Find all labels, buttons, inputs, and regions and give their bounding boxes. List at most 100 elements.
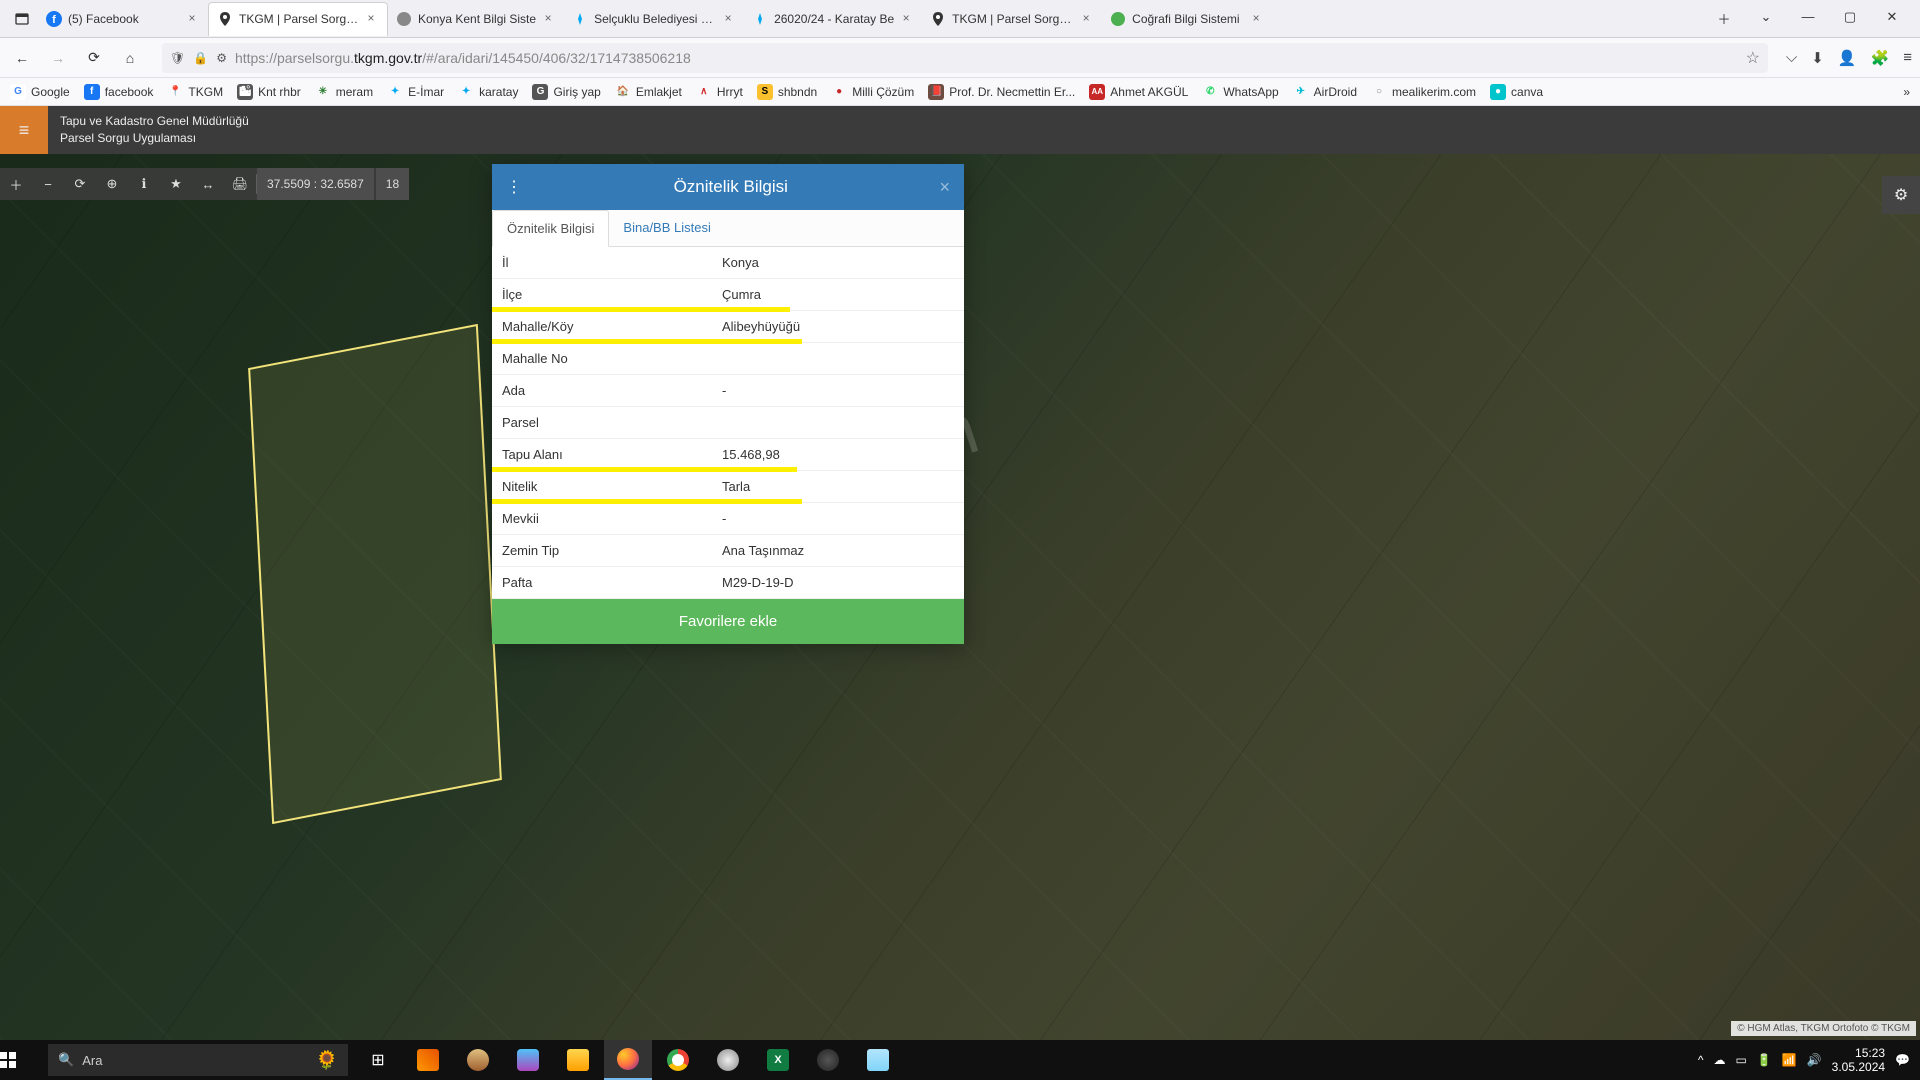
taskbar-app-chrome[interactable] [654,1040,702,1080]
bookmark-mealikerim[interactable]: ○mealikerim.com [1371,84,1476,100]
bookmark-girisyap[interactable]: GGiriş yap [532,84,600,100]
taskbar-app-3[interactable] [504,1040,552,1080]
notifications-icon[interactable]: 💬 [1895,1053,1910,1067]
tab-tkgm-active[interactable]: TKGM | Parsel Sorgu U × [208,2,388,36]
account-icon[interactable]: 👤 [1838,49,1857,67]
back-button[interactable]: ← [8,44,36,72]
extensions-icon[interactable]: 🧩 [1871,49,1890,67]
taskbar-app-paint[interactable] [454,1040,502,1080]
tab-selcuklu[interactable]: Selçuklu Belediyesi - E × [564,2,744,36]
zoom-out-button[interactable]: − [32,177,64,192]
taskbar-search[interactable]: 🔍 Ara 🌻 [48,1044,348,1076]
window-close-button[interactable]: ✕ [1878,9,1906,28]
new-tab-button[interactable]: ＋ [1710,9,1738,28]
tab-oznitelik[interactable]: Öznitelik Bilgisi [492,210,609,247]
bookmark-necmettin[interactable]: 📕Prof. Dr. Necmettin Er... [928,84,1075,100]
attribute-table: İlKonya İlçeÇumra Mahalle/KöyAlibeyhüyüğ… [492,247,964,599]
bookmark-star-icon[interactable]: ☆ [1746,48,1760,68]
bookmark-eimar[interactable]: ✦E-İmar [387,84,444,100]
bookmark-emlakjet[interactable]: 🏠Emlakjet [615,84,682,100]
close-icon[interactable]: × [184,11,200,27]
bookmark-shbndn[interactable]: Sshbndn [757,84,817,100]
bookmark-hrryt[interactable]: ∧Hrryt [696,84,743,100]
home-button[interactable]: ⌂ [116,44,144,72]
close-icon[interactable]: × [1078,11,1094,27]
taskview-button[interactable]: ⊞ [354,1040,402,1080]
bookmark-meram[interactable]: ✳meram [315,84,373,100]
browser-tab-strip: f (5) Facebook × TKGM | Parsel Sorgu U ×… [0,0,1920,38]
bookmark-ahmetakgul[interactable]: AAAhmet AKGÜL [1089,84,1188,100]
window-maximize-button[interactable]: ▢ [1836,9,1864,28]
tab-bina[interactable]: Bina/BB Listesi [609,210,724,246]
measure-button[interactable]: ↔ [192,177,224,192]
refresh-map-button[interactable]: ⟳ [64,176,96,192]
tray-wifi-icon[interactable]: 📶 [1782,1053,1797,1067]
site-icon [752,11,768,27]
tab-facebook[interactable]: f (5) Facebook × [38,2,208,36]
bookmark-google[interactable]: GGoogle [10,84,70,100]
taskbar-apps: ⊞ X [354,1040,902,1080]
close-icon[interactable]: × [720,11,736,27]
taskbar-app-9[interactable] [854,1040,902,1080]
taskbar-app-explorer[interactable] [554,1040,602,1080]
forward-button[interactable]: → [44,44,72,72]
tray-volume-icon[interactable]: 🔊 [1807,1053,1822,1067]
print-button[interactable]: 🖨 [224,176,256,192]
tab-cografi[interactable]: Coğrafi Bilgi Sistemi × [1102,2,1272,36]
downloads-icon[interactable]: ⬇ [1811,49,1824,67]
bookmark-canva[interactable]: ●canva [1490,84,1543,100]
bookmark-airdroid[interactable]: ✈AirDroid [1293,84,1357,100]
app-menu-button[interactable]: ≡ [1903,49,1912,67]
site-icon [1110,11,1126,27]
close-icon[interactable]: × [1248,11,1264,27]
taskbar-app-8[interactable] [804,1040,852,1080]
recent-tabs-button[interactable] [6,5,38,33]
tab-title: (5) Facebook [68,12,180,26]
tab-title: Selçuklu Belediyesi - E [594,12,716,26]
tray-overflow-icon[interactable]: ^ [1698,1053,1704,1067]
close-icon[interactable]: × [363,11,379,27]
bookmark-facebook[interactable]: ffacebook [84,84,154,100]
taskbar-app-6[interactable] [704,1040,752,1080]
bookmark-tkgm[interactable]: 📍TKGM [167,84,223,100]
taskbar-app-excel[interactable]: X [754,1040,802,1080]
tab-title: 26020/24 - Karatay Be [774,12,894,26]
tab-karatay[interactable]: 26020/24 - Karatay Be × [744,2,922,36]
window-minimize-button[interactable]: — [1794,9,1822,28]
bookmark-whatsapp[interactable]: ✆WhatsApp [1202,84,1278,100]
start-button[interactable] [0,1052,48,1068]
search-icon: 🔍 [58,1052,74,1068]
taskbar-clock[interactable]: 15:23 3.05.2024 [1832,1046,1885,1075]
bookmark-karatay[interactable]: ✦karatay [458,84,518,100]
modal-menu-icon[interactable]: ⋮ [506,177,522,197]
modal-close-icon[interactable]: × [939,177,950,198]
url-bar[interactable]: 🛡 🔒 ⚙ https://parselsorgu.tkgm.gov.tr/#/… [162,43,1768,73]
permissions-icon[interactable]: ⚙ [216,51,227,65]
locate-button[interactable]: ⊕ [96,176,128,192]
modal-header[interactable]: ⋮ Öznitelik Bilgisi × [492,164,964,210]
tab-tkgm-2[interactable]: TKGM | Parsel Sorgu U × [922,2,1102,36]
tab-list-button[interactable]: ⌄ [1752,9,1780,28]
taskbar-app-firefox[interactable] [604,1040,652,1080]
favorite-button[interactable]: ★ [160,176,192,192]
tab-konya-kent[interactable]: Konya Kent Bilgi Siste × [388,2,564,36]
close-icon[interactable]: × [540,11,556,27]
map-settings-button[interactable]: ⚙ [1882,176,1920,214]
selected-parcel-outline[interactable] [248,324,502,824]
attr-row-nitelik: NitelikTarla [492,471,964,503]
tray-battery-icon[interactable]: 🔋 [1757,1053,1772,1067]
bookmark-kntrhbr[interactable]: 🏙Knt rhbr [237,84,301,100]
info-button[interactable]: ℹ [128,176,160,192]
pocket-icon[interactable]: ⌵ [1786,49,1797,67]
reload-button[interactable]: ⟳ [80,44,108,72]
taskbar-app-1[interactable] [404,1040,452,1080]
favorites-add-button[interactable]: Favorilere ekle [492,599,964,644]
tray-meet-icon[interactable]: ▭ [1735,1053,1746,1067]
tray-onedrive-icon[interactable]: ☁ [1713,1053,1725,1067]
bookmarks-overflow-button[interactable]: » [1903,85,1910,99]
bookmark-millicozum[interactable]: ●Milli Çözüm [831,84,914,100]
map-canvas[interactable]: emlakjet.com ＋ − ⟳ ⊕ ℹ ★ ↔ 🖨 37.5509 : 3… [0,154,1920,1040]
zoom-in-button[interactable]: ＋ [0,175,32,194]
app-menu-toggle[interactable]: ≡ [0,106,48,154]
close-icon[interactable]: × [898,11,914,27]
